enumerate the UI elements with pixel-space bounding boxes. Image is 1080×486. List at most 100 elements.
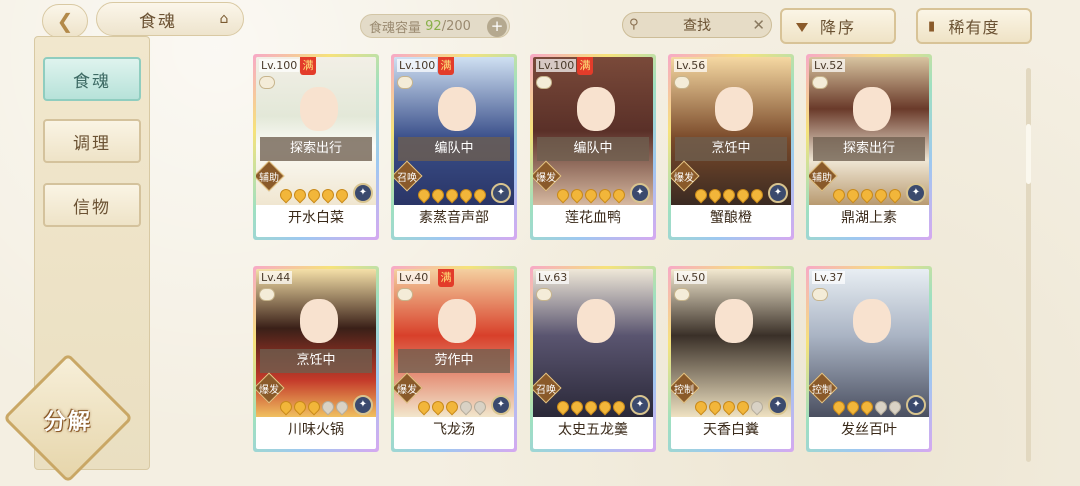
- food-soul-name: 开水白菜: [288, 210, 344, 226]
- character-face: [853, 87, 891, 131]
- star-icon: [886, 398, 904, 416]
- tab-tokens[interactable]: 信物: [43, 183, 141, 227]
- level-label: Lv.52: [812, 59, 846, 72]
- rarity-label: 稀有度: [948, 18, 1000, 37]
- food-soul-card[interactable]: Lv.100 满编队中 爆发 ✦ 莲花血鸭: [530, 54, 656, 240]
- element-icon: ✦: [630, 395, 650, 415]
- close-icon[interactable]: ✕: [752, 16, 765, 34]
- star-rating: [830, 398, 904, 416]
- decompose-label: 分解: [43, 410, 92, 435]
- cup-icon: [259, 76, 275, 89]
- triangle-down-icon: [796, 23, 808, 32]
- level-label: Lv.100: [397, 59, 438, 72]
- star-icon: [734, 398, 752, 416]
- star-icon: [291, 398, 309, 416]
- star-icon: [596, 398, 614, 416]
- food-soul-card[interactable]: Lv.100 满探索出行 辅助 ✦ 开水白菜: [253, 54, 379, 240]
- role-label: 召唤: [397, 173, 417, 184]
- max-badge: 满: [577, 57, 593, 75]
- star-icon: [319, 186, 337, 204]
- tab-food-soul[interactable]: 食魂: [43, 57, 141, 101]
- sort-label: 降序: [819, 18, 856, 37]
- star-icon: [872, 186, 890, 204]
- star-rating: [415, 186, 489, 204]
- status-banner: 烹饪中: [675, 137, 787, 161]
- food-soul-card[interactable]: Lv.37 控制 ✦ 发丝百叶: [806, 266, 932, 452]
- star-icon: [610, 398, 628, 416]
- star-rating: [277, 398, 351, 416]
- star-icon: [830, 398, 848, 416]
- card-inner: Lv.40 满劳作中 爆发 ✦ 飞龙汤: [394, 269, 514, 449]
- star-icon: [734, 186, 752, 204]
- search-icon: ⚲: [629, 17, 639, 32]
- food-soul-name: 发丝百叶: [841, 422, 897, 438]
- food-soul-card[interactable]: Lv.100 满编队中 召唤 ✦ 素蒸音声部: [391, 54, 517, 240]
- status-banner: 编队中: [398, 137, 510, 161]
- star-icon: [471, 186, 489, 204]
- cup-icon: [812, 76, 828, 89]
- star-icon: [568, 398, 586, 416]
- star-icon: [471, 398, 489, 416]
- star-icon: [333, 186, 351, 204]
- level-label: Lv.50: [674, 271, 708, 284]
- card-inner: Lv.37 控制 ✦ 发丝百叶: [809, 269, 929, 449]
- card-inner: Lv.100 满编队中 召唤 ✦ 素蒸音声部: [394, 57, 514, 237]
- food-soul-name: 蟹酿橙: [710, 210, 752, 226]
- star-icon: [886, 186, 904, 204]
- cup-icon: [397, 288, 413, 301]
- tab-label: 食魂: [73, 71, 111, 92]
- cup-icon: [259, 288, 275, 301]
- card-inner: Lv.50 控制 ✦ 天香白糞: [671, 269, 791, 449]
- food-soul-card[interactable]: Lv.56 烹饪中 爆发 ✦ 蟹酿橙: [668, 54, 794, 240]
- role-label: 辅助: [812, 173, 832, 184]
- food-soul-card[interactable]: Lv.52 探索出行 辅助 ✦ 鼎湖上素: [806, 54, 932, 240]
- star-icon: [333, 398, 351, 416]
- max-badge: 满: [438, 57, 454, 75]
- star-icon: [858, 186, 876, 204]
- star-icon: [692, 186, 710, 204]
- character-face: [577, 87, 615, 131]
- star-icon: [277, 186, 295, 204]
- level-label: Lv.100: [259, 59, 300, 72]
- star-icon: [457, 186, 475, 204]
- food-soul-name: 太史五龙羹: [558, 422, 628, 438]
- home-icon[interactable]: ⌂: [215, 11, 235, 27]
- food-soul-card[interactable]: Lv.44 烹饪中 爆发 ✦ 川味火锅: [253, 266, 379, 452]
- star-icon: [443, 398, 461, 416]
- food-soul-card[interactable]: Lv.63 召唤 ✦ 太史五龙羹: [530, 266, 656, 452]
- element-icon: ✦: [768, 395, 788, 415]
- star-rating: [692, 186, 766, 204]
- add-capacity-button[interactable]: +: [487, 17, 507, 37]
- card-inner: Lv.44 烹饪中 爆发 ✦ 川味火锅: [256, 269, 376, 449]
- star-icon: [415, 398, 433, 416]
- tab-conditioning[interactable]: 调理: [43, 119, 141, 163]
- food-soul-name: 飞龙汤: [433, 422, 475, 438]
- role-label: 爆发: [674, 173, 694, 184]
- food-soul-card[interactable]: Lv.40 满劳作中 爆发 ✦ 飞龙汤: [391, 266, 517, 452]
- level-label: Lv.63: [536, 271, 570, 284]
- food-soul-card[interactable]: Lv.50 控制 ✦ 天香白糞: [668, 266, 794, 452]
- food-soul-name: 鼎湖上素: [841, 210, 897, 226]
- character-face: [300, 87, 338, 131]
- star-icon: [858, 398, 876, 416]
- card-inner: Lv.63 召唤 ✦ 太史五龙羹: [533, 269, 653, 449]
- back-button[interactable]: ❮: [42, 4, 88, 38]
- rarity-filter-button[interactable]: ▮ 稀有度: [916, 8, 1032, 44]
- cup-icon: [397, 76, 413, 89]
- role-label: 召唤: [536, 385, 556, 396]
- scrollbar-thumb[interactable]: [1026, 124, 1031, 184]
- cup-icon: [812, 288, 828, 301]
- star-icon: [692, 398, 710, 416]
- star-rating: [415, 398, 489, 416]
- star-icon: [305, 398, 323, 416]
- capacity-display: 食魂容量 92/200 +: [360, 14, 510, 38]
- status-banner: 烹饪中: [260, 349, 372, 373]
- search-bar[interactable]: ⚲ 查找 ✕: [622, 12, 772, 38]
- level-label: Lv.100: [536, 59, 577, 72]
- rarity-icon: ▮: [928, 19, 937, 34]
- status-banner: 探索出行: [260, 137, 372, 161]
- sort-order-button[interactable]: 降序: [780, 8, 896, 44]
- page-title: 食魂: [139, 11, 177, 32]
- cup-icon: [674, 76, 690, 89]
- food-soul-name: 川味火锅: [288, 422, 344, 438]
